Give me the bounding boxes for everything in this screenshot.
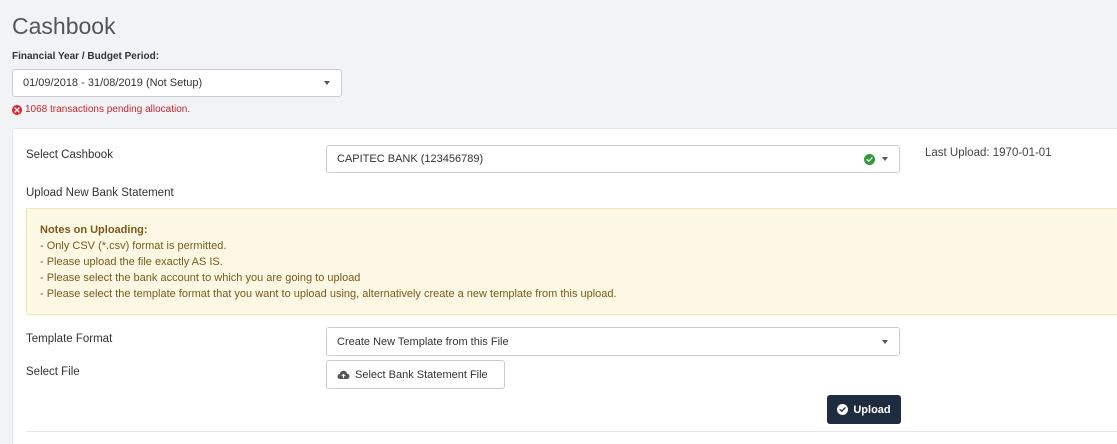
select-file-button[interactable]: Select Bank Statement File <box>326 360 505 389</box>
upload-panel: Select Cashbook CAPITEC BANK (123456789)… <box>12 128 1117 444</box>
financial-year-select[interactable]: 01/09/2018 - 31/08/2019 (Not Setup) <box>12 69 342 97</box>
notes-line: - Please select the template format that… <box>40 288 617 300</box>
template-format-value: Create New Template from this File <box>337 335 509 348</box>
upload-new-statement-label: Upload New Bank Statement <box>26 187 174 199</box>
template-format-select[interactable]: Create New Template from this File <box>326 327 900 356</box>
divider <box>26 431 1117 432</box>
page-title: Cashbook <box>12 13 116 39</box>
select-file-button-label: Select Bank Statement File <box>355 368 488 381</box>
financial-year-label: Financial Year / Budget Period: <box>12 51 160 62</box>
upload-notes: Notes on Uploading: - Only CSV (*.csv) f… <box>26 208 1117 315</box>
chevron-down-icon <box>882 157 888 161</box>
error-circle-icon <box>12 104 22 115</box>
chevron-down-icon <box>324 81 330 85</box>
upload-button[interactable]: Upload <box>827 395 901 424</box>
check-circle-icon <box>864 154 875 165</box>
notes-line: - Please upload the file exactly AS IS. <box>40 256 223 268</box>
select-file-label: Select File <box>26 366 80 378</box>
cloud-upload-icon <box>337 370 350 379</box>
cashbook-select[interactable]: CAPITEC BANK (123456789) <box>326 145 900 173</box>
pending-allocation-text: 1068 transactions pending allocation. <box>25 104 191 115</box>
template-format-label: Template Format <box>26 333 113 345</box>
last-upload-text: Last Upload: 1970-01-01 <box>925 147 1052 159</box>
check-circle-icon <box>837 404 849 415</box>
upload-button-label: Upload <box>853 403 891 416</box>
pending-allocation-message: 1068 transactions pending allocation. <box>12 104 190 115</box>
financial-year-value: 01/09/2018 - 31/08/2019 (Not Setup) <box>23 77 203 89</box>
chevron-down-icon <box>882 339 888 344</box>
cashbook-value: CAPITEC BANK (123456789) <box>337 153 484 165</box>
notes-line: - Please select the bank account to whic… <box>40 272 361 284</box>
notes-line: - Only CSV (*.csv) format is permitted. <box>40 240 227 252</box>
select-cashbook-label: Select Cashbook <box>26 149 113 161</box>
notes-title: Notes on Uploading: <box>40 224 148 236</box>
